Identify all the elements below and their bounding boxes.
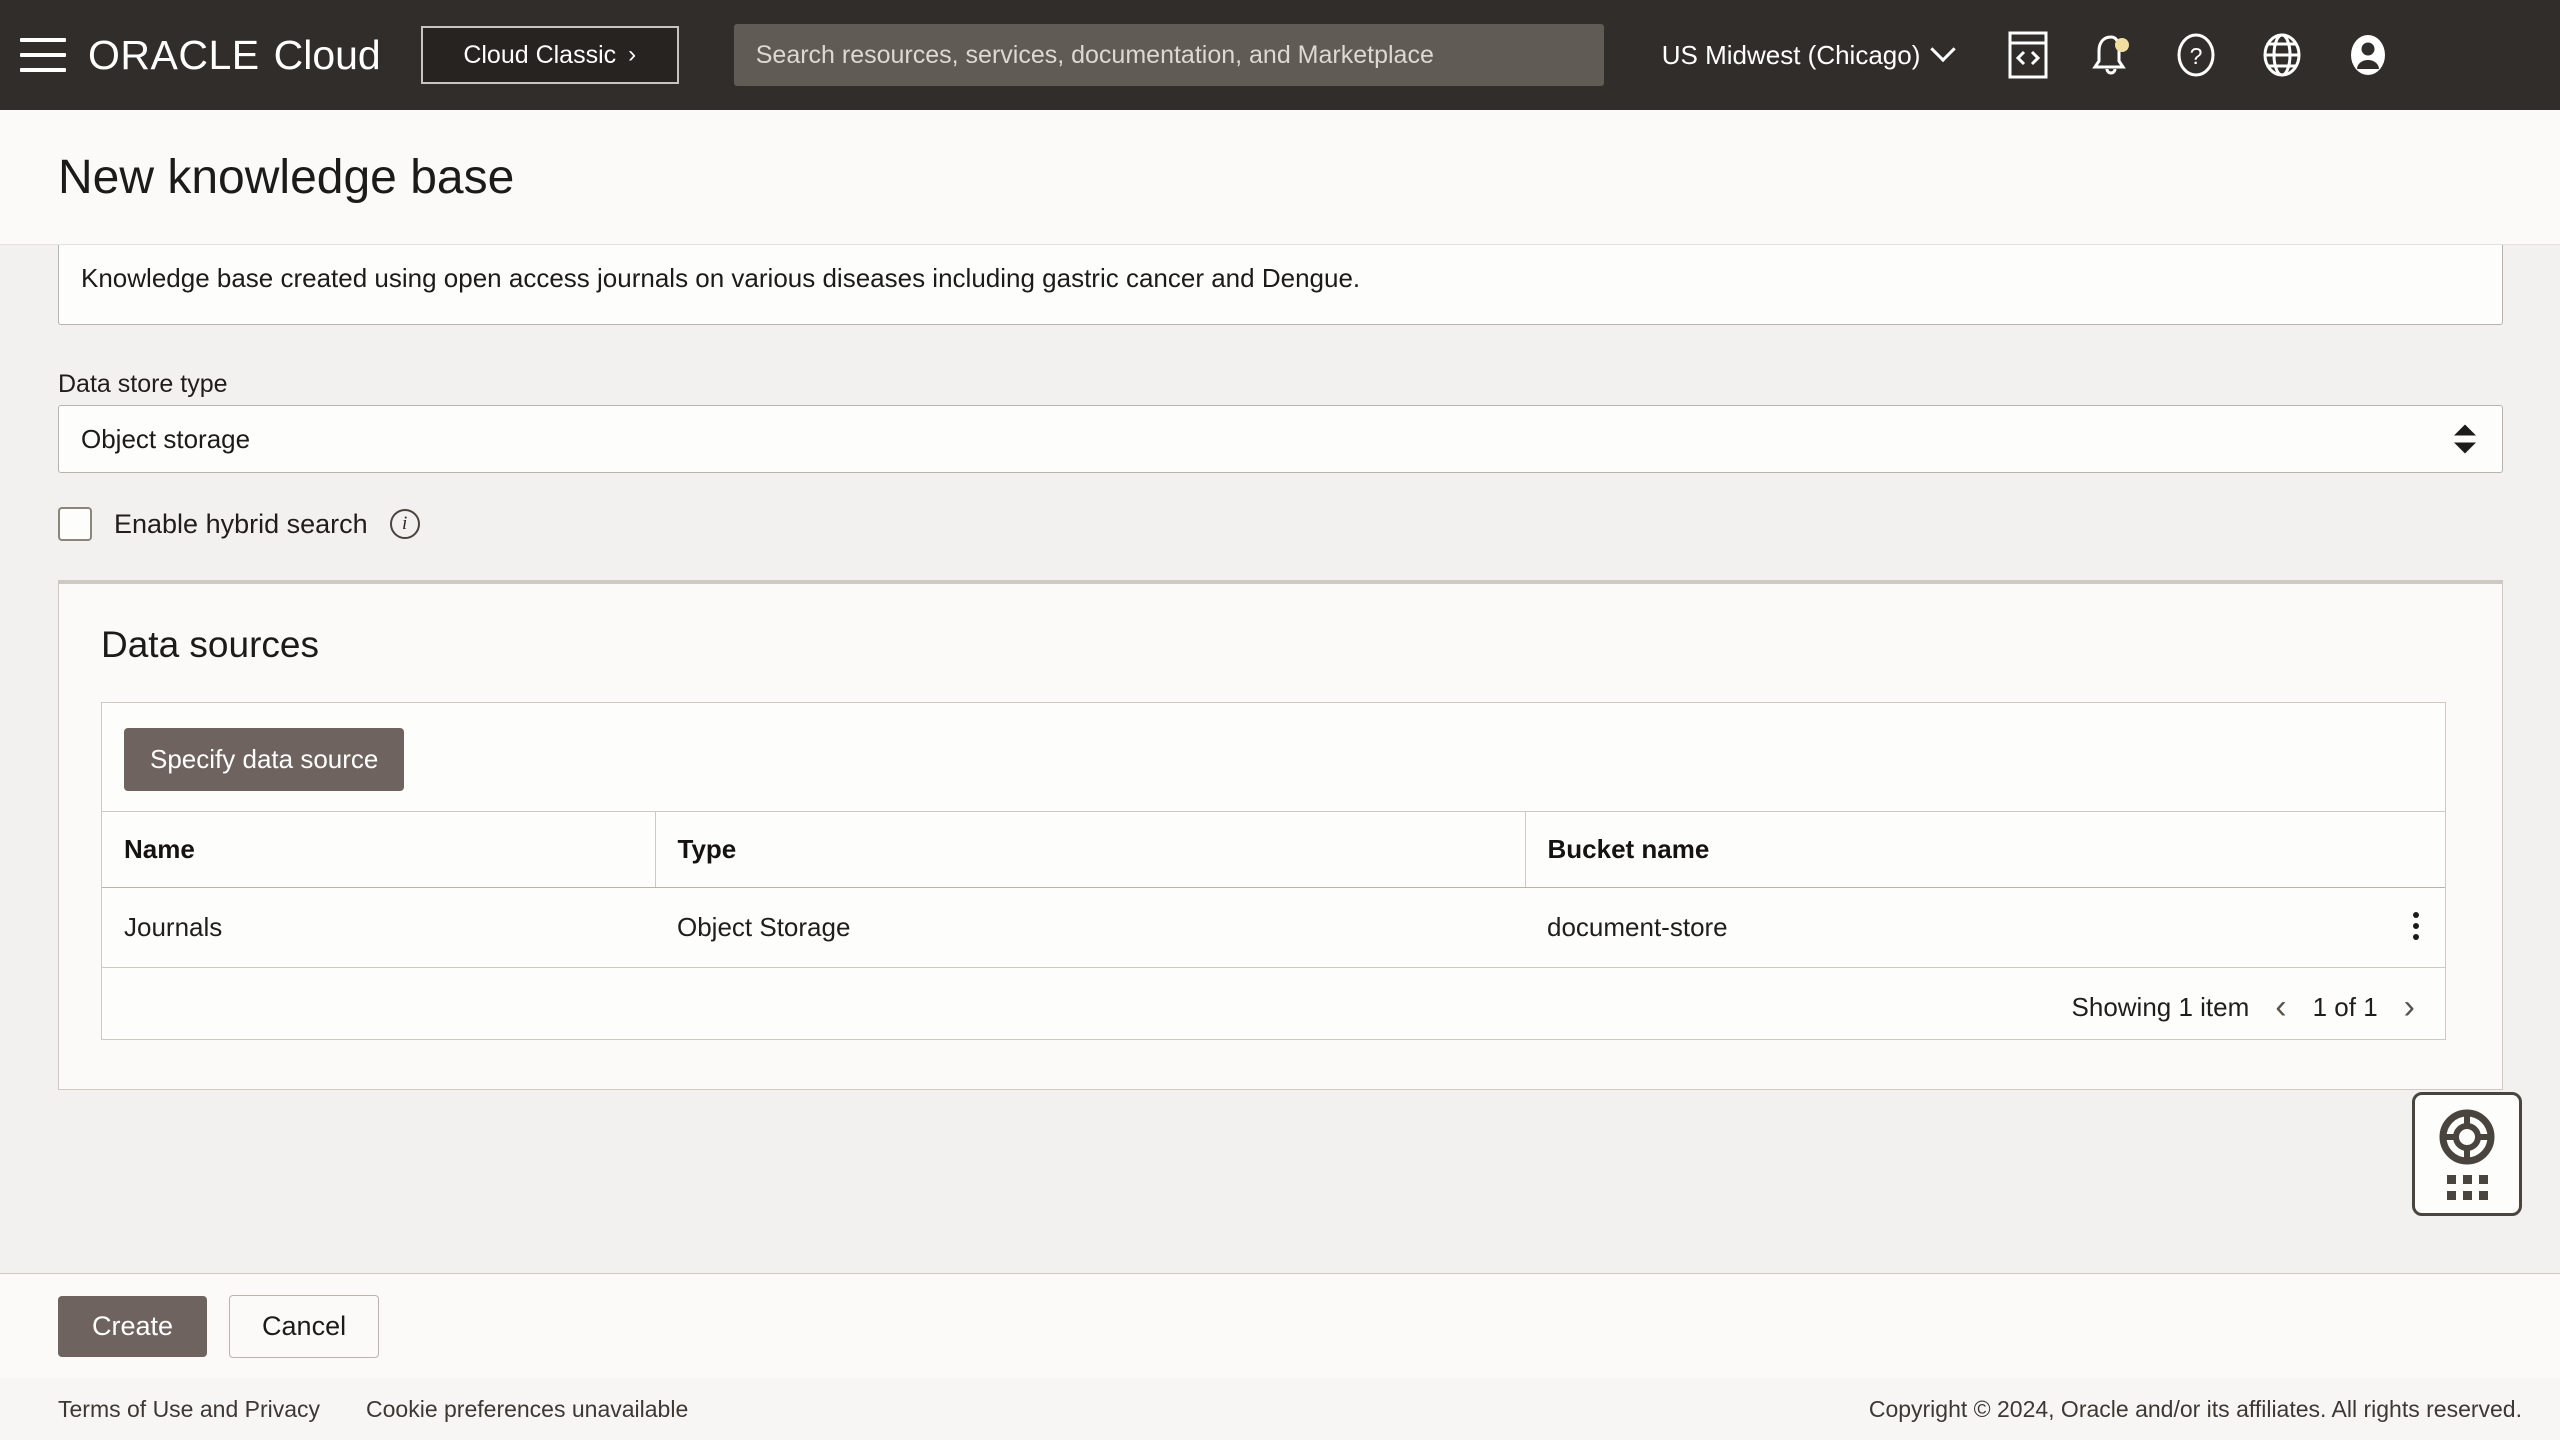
chevron-right-icon: › — [628, 41, 637, 68]
svg-text:?: ? — [2190, 43, 2203, 69]
form-action-bar: Create Cancel — [0, 1273, 2560, 1378]
region-label: US Midwest (Chicago) — [1661, 39, 1921, 70]
page-footer: Terms of Use and Privacy Cookie preferen… — [0, 1378, 2560, 1440]
column-header-name: Name — [102, 811, 656, 888]
table-row[interactable]: Journals Object Storage document-store — [102, 887, 2445, 968]
cookie-preferences-link[interactable]: Cookie preferences unavailable — [366, 1396, 688, 1423]
terms-of-use-link[interactable]: Terms of Use and Privacy — [58, 1396, 320, 1423]
language-globe-icon[interactable] — [2260, 31, 2304, 79]
oracle-wordmark: ORACLE — [88, 31, 260, 78]
cell-bucket-name: document-store — [1525, 887, 2445, 968]
prev-page-icon[interactable]: ‹ — [2275, 990, 2286, 1024]
next-page-icon[interactable]: › — [2404, 990, 2415, 1024]
hybrid-search-label: Enable hybrid search — [114, 508, 368, 539]
data-sources-heading: Data sources — [101, 624, 319, 665]
data-sources-card: Specify data source Name Type Bucket nam… — [101, 702, 2446, 1040]
column-header-bucket-name: Bucket name — [1525, 811, 2445, 888]
cell-bucket-name-text: document-store — [1547, 912, 1728, 942]
notifications-bell-icon[interactable] — [2090, 31, 2132, 79]
hamburger-menu-icon[interactable] — [20, 38, 66, 72]
description-textarea[interactable] — [58, 245, 2503, 325]
copyright-text: Copyright © 2024, Oracle and/or its affi… — [1868, 1395, 2522, 1422]
hybrid-search-row: Enable hybrid search i — [58, 507, 420, 541]
data-store-type-value: Object storage — [81, 423, 251, 454]
chevron-down-icon — [1930, 36, 1957, 63]
footer-links: Terms of Use and Privacy Cookie preferen… — [58, 1396, 688, 1423]
page-title-bar: New knowledge base — [0, 110, 2560, 245]
row-actions-kebab-icon[interactable] — [2413, 912, 2419, 940]
cell-type: Object Storage — [655, 887, 1525, 968]
cloud-classic-button[interactable]: Cloud Classic › — [420, 26, 679, 84]
stepper-arrows-icon — [2454, 424, 2476, 454]
apps-grid-icon — [2446, 1174, 2488, 1200]
data-sources-panel: Data sources Specify data source Name Ty… — [58, 580, 2503, 1090]
header-icon-group: ? — [2008, 31, 2420, 79]
cancel-button[interactable]: Cancel — [229, 1294, 380, 1358]
help-question-icon[interactable]: ? — [2174, 31, 2218, 79]
cloud-shell-icon[interactable] — [2008, 31, 2048, 79]
cloud-wordmark: Cloud — [273, 31, 381, 78]
specify-data-source-button[interactable]: Specify data source — [124, 728, 405, 791]
lifebuoy-icon — [2439, 1109, 2495, 1164]
page-indicator: 1 of 1 — [2312, 991, 2378, 1022]
floating-help-widget[interactable] — [2412, 1092, 2522, 1216]
cloud-classic-label: Cloud Classic — [463, 40, 617, 69]
table-pagination-footer: Showing 1 item ‹ 1 of 1 › — [102, 968, 2445, 1046]
data-store-type-label: Data store type — [58, 370, 228, 398]
user-avatar-icon[interactable] — [2346, 31, 2390, 79]
table-header-row: Name Type Bucket name — [102, 811, 2445, 888]
hybrid-search-checkbox[interactable] — [58, 507, 92, 541]
cell-name: Journals — [102, 887, 655, 968]
create-button[interactable]: Create — [58, 1295, 208, 1357]
data-sources-table: Name Type Bucket name Journals Object St… — [102, 811, 2445, 968]
page-title: New knowledge base — [58, 150, 515, 204]
data-store-type-select[interactable]: Object storage — [58, 405, 2503, 473]
info-icon-hybrid-search[interactable]: i — [389, 509, 420, 539]
top-header-bar: ORACLE Cloud Cloud Classic › US Midwest … — [0, 0, 2560, 110]
showing-items-text: Showing 1 item — [2071, 991, 2250, 1022]
oracle-cloud-logo[interactable]: ORACLE Cloud — [88, 32, 381, 79]
main-form-area: Data store type Object storage Enable hy… — [0, 245, 2560, 1273]
global-search-box[interactable] — [733, 24, 1604, 86]
column-header-type: Type — [655, 811, 1526, 888]
region-selector[interactable]: US Midwest (Chicago) — [1661, 36, 1957, 71]
search-input[interactable] — [755, 40, 1582, 70]
